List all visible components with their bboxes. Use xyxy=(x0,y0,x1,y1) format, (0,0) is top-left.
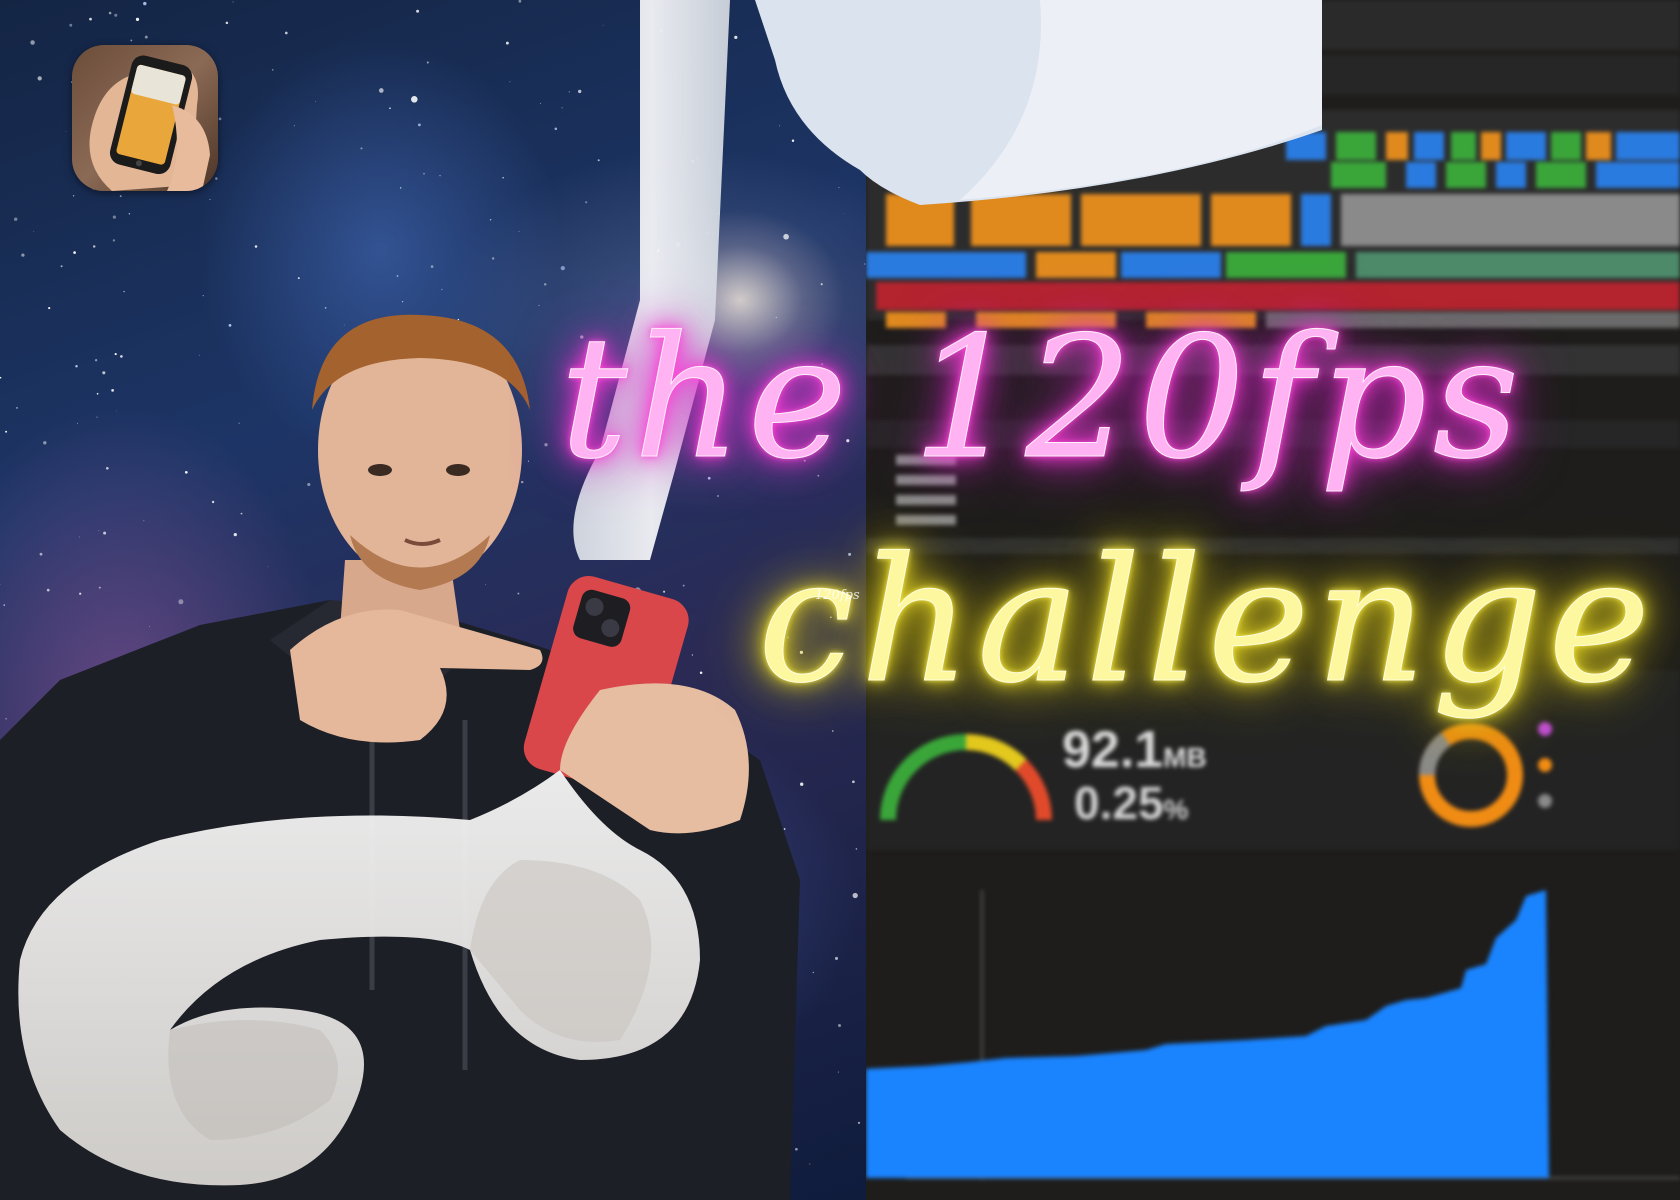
phone-in-hand-app-icon xyxy=(72,45,218,191)
small-watermark-tag: 120fps xyxy=(815,588,860,603)
thumbnail-canvas: 92.1MB 0.25% the 120fps challenge 120fps xyxy=(0,0,1680,1200)
neon-title-line-1: the 120fps xyxy=(559,300,1526,497)
app-icon-art xyxy=(89,55,210,191)
paper-strip-shadow xyxy=(470,860,652,1042)
neon-title-line-2: challenge xyxy=(757,520,1657,722)
